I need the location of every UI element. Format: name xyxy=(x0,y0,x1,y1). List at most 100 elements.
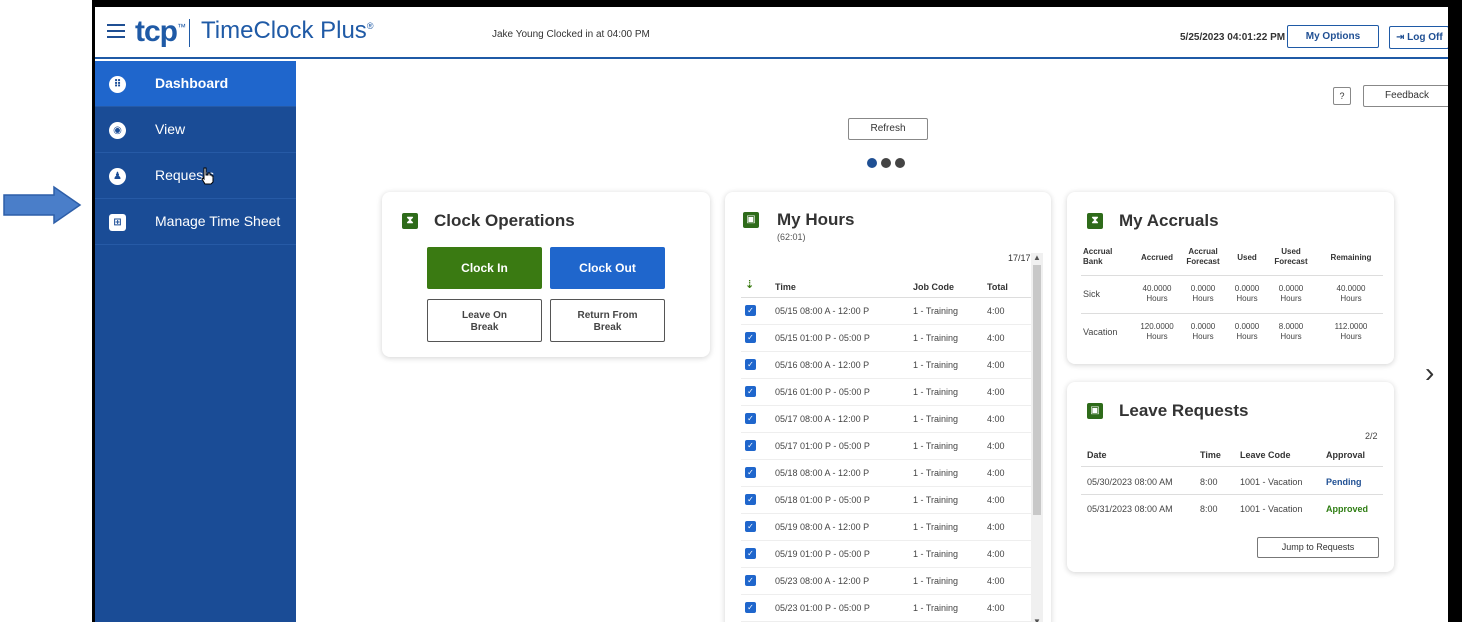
row-checkbox[interactable]: ✓ xyxy=(745,494,756,505)
my-hours-count: 17/17 xyxy=(1008,253,1031,263)
row-checkbox[interactable]: ✓ xyxy=(745,440,756,451)
refresh-button[interactable]: Refresh xyxy=(848,118,928,140)
row-checkbox[interactable]: ✓ xyxy=(745,548,756,559)
sidebar-item-dashboard[interactable]: ⠿ Dashboard xyxy=(95,61,296,107)
accrual-bank-name: Vacation xyxy=(1083,327,1118,337)
row-checkbox[interactable]: ✓ xyxy=(745,467,756,478)
table-row[interactable]: ✓ 05/18 01:00 P - 05:00 P1 - Training 4:00 xyxy=(741,487,1031,514)
sidebar-item-requests[interactable]: ♟ Requests xyxy=(95,153,296,199)
check-icon: ✓ xyxy=(745,305,756,316)
row-checkbox[interactable]: ✓ xyxy=(745,521,756,532)
row-checkbox[interactable]: ✓ xyxy=(745,359,756,370)
check-icon: ✓ xyxy=(745,413,756,424)
divider xyxy=(1081,313,1383,314)
row-checkbox[interactable]: ✓ xyxy=(745,332,756,343)
calendar-icon: ▣ xyxy=(743,212,759,228)
feedback-button[interactable]: Feedback xyxy=(1363,85,1448,107)
clock-in-button[interactable]: Clock In xyxy=(427,247,542,289)
top-header: tcp™ TimeClock Plus® Jake Young Clocked … xyxy=(95,7,1448,59)
check-icon: ✓ xyxy=(745,440,756,451)
accruals-col-used: Used xyxy=(1237,253,1257,262)
chevron-right-icon[interactable]: › xyxy=(1425,357,1434,389)
table-row[interactable]: ✓ 05/15 08:00 A - 12:00 P1 - Training 4:00 xyxy=(741,298,1031,325)
check-icon: ✓ xyxy=(745,548,756,559)
row-checkbox[interactable]: ✓ xyxy=(745,386,756,397)
table-row[interactable]: ✓ 05/23 08:00 A - 12:00 P1 - Training 4:00 xyxy=(741,568,1031,595)
accruals-col-accrual-forecast: Accrual Forecast xyxy=(1186,247,1220,266)
hourglass-icon: ⧗ xyxy=(402,213,418,229)
divider xyxy=(1081,466,1383,467)
table-row[interactable]: ✓ 05/16 01:00 P - 05:00 P1 - Training 4:00 xyxy=(741,379,1031,406)
leave-requests-card: ▣ Leave Requests 2/2 Date Time Leave Cod… xyxy=(1067,382,1394,572)
leave-code: 1001 - Vacation xyxy=(1240,477,1303,487)
leave-on-break-button[interactable]: Leave On Break xyxy=(427,299,542,342)
help-button[interactable]: ? xyxy=(1333,87,1351,105)
accrual-value: 120.0000 Hours xyxy=(1140,322,1174,341)
scroll-down-icon[interactable]: ▼ xyxy=(1031,617,1043,622)
sort-icon[interactable]: ⇣ xyxy=(745,278,754,291)
log-off-icon: ⇥ xyxy=(1396,32,1408,43)
row-checkbox[interactable]: ✓ xyxy=(745,602,756,613)
sidebar: ⠿ Dashboard ◉ View ♟ Requests ⊞ Manage T… xyxy=(95,61,296,622)
table-row[interactable]: ✓ 05/19 08:00 A - 12:00 P1 - Training 4:00 xyxy=(741,514,1031,541)
leave-requests-title: Leave Requests xyxy=(1119,401,1249,420)
carousel-dot-2[interactable] xyxy=(881,158,891,168)
logo-divider xyxy=(189,19,190,47)
check-icon: ✓ xyxy=(745,521,756,532)
row-checkbox[interactable]: ✓ xyxy=(745,305,756,316)
app-window: tcp™ TimeClock Plus® Jake Young Clocked … xyxy=(95,7,1448,622)
divider xyxy=(1081,275,1383,276)
accruals-col-remaining: Remaining xyxy=(1330,253,1372,262)
accrual-bank-name: Sick xyxy=(1083,289,1101,299)
clock-status-text: Jake Young Clocked in at 04:00 PM xyxy=(492,29,650,40)
sidebar-item-view[interactable]: ◉ View xyxy=(95,107,296,153)
leave-col-code: Leave Code xyxy=(1240,450,1291,460)
leave-col-time: Time xyxy=(1200,450,1221,460)
accrual-value: 0.0000 Hours xyxy=(1190,322,1216,341)
carousel-dot-3[interactable] xyxy=(895,158,905,168)
table-row[interactable]: ✓ 05/16 08:00 A - 12:00 P1 - Training 4:00 xyxy=(741,352,1031,379)
accrual-value: 0.0000 Hours xyxy=(1190,284,1216,303)
carousel-dots xyxy=(867,158,905,168)
table-row[interactable]: ✓ 05/23 01:00 P - 05:00 P1 - Training 4:00 xyxy=(741,595,1031,622)
check-icon: ✓ xyxy=(745,494,756,505)
clock-operations-title: Clock Operations xyxy=(434,211,575,230)
hours-scrollbar[interactable]: ▲ ▼ xyxy=(1031,253,1043,622)
accruals-col-used-forecast: Used Forecast xyxy=(1274,247,1308,266)
accruals-col-bank: Accrual Bank xyxy=(1083,247,1113,266)
carousel-dot-1[interactable] xyxy=(867,158,877,168)
accrual-value: 40.0000 Hours xyxy=(1336,284,1366,303)
leave-time: 8:00 xyxy=(1200,477,1218,487)
sidebar-item-manage-time-sheet[interactable]: ⊞ Manage Time Sheet xyxy=(95,199,296,245)
table-row[interactable]: ✓ 05/18 08:00 A - 12:00 P1 - Training 4:00 xyxy=(741,460,1031,487)
my-hours-card: ▣ My Hours (62:01) 17/17 ▲ ▼ ⇣ Time Job … xyxy=(725,192,1051,622)
accrual-value: 0.0000 Hours xyxy=(1278,284,1304,303)
table-row[interactable]: ✓ 05/15 01:00 P - 05:00 P1 - Training 4:00 xyxy=(741,325,1031,352)
hamburger-menu-icon[interactable] xyxy=(107,24,125,38)
status-badge[interactable]: Pending xyxy=(1326,477,1362,487)
accruals-col-accrued: Accrued xyxy=(1140,253,1173,262)
row-checkbox[interactable]: ✓ xyxy=(745,575,756,586)
scroll-thumb[interactable] xyxy=(1033,265,1041,515)
tcp-logo: tcp™ xyxy=(135,15,186,48)
accrual-value: 40.0000 Hours xyxy=(1142,284,1172,303)
table-row[interactable]: ✓ 05/17 01:00 P - 05:00 P1 - Training 4:00 xyxy=(741,433,1031,460)
my-options-button[interactable]: My Options xyxy=(1287,25,1379,48)
table-row[interactable]: ✓ 05/17 08:00 A - 12:00 P1 - Training 4:00 xyxy=(741,406,1031,433)
log-off-button[interactable]: ⇥ Log Off xyxy=(1389,26,1448,49)
hand-cursor-icon xyxy=(201,167,214,185)
leave-date: 05/30/2023 08:00 AM xyxy=(1087,477,1173,487)
return-from-break-button[interactable]: Return From Break xyxy=(550,299,665,342)
row-checkbox[interactable]: ✓ xyxy=(745,413,756,424)
user-plus-icon: ♟ xyxy=(109,168,126,185)
my-hours-total: (62:01) xyxy=(777,232,806,242)
scroll-up-icon[interactable]: ▲ xyxy=(1031,253,1043,262)
frame-right xyxy=(1448,0,1462,622)
check-icon: ✓ xyxy=(745,386,756,397)
table-icon: ⊞ xyxy=(109,214,126,231)
table-row[interactable]: ✓ 05/19 01:00 P - 05:00 P1 - Training 4:00 xyxy=(741,541,1031,568)
jump-to-requests-button[interactable]: Jump to Requests xyxy=(1257,537,1379,558)
status-badge[interactable]: Approved xyxy=(1326,504,1368,514)
my-accruals-card: ⧗ My Accruals Accrual Bank Accrued Accrua… xyxy=(1067,192,1394,364)
clock-out-button[interactable]: Clock Out xyxy=(550,247,665,289)
